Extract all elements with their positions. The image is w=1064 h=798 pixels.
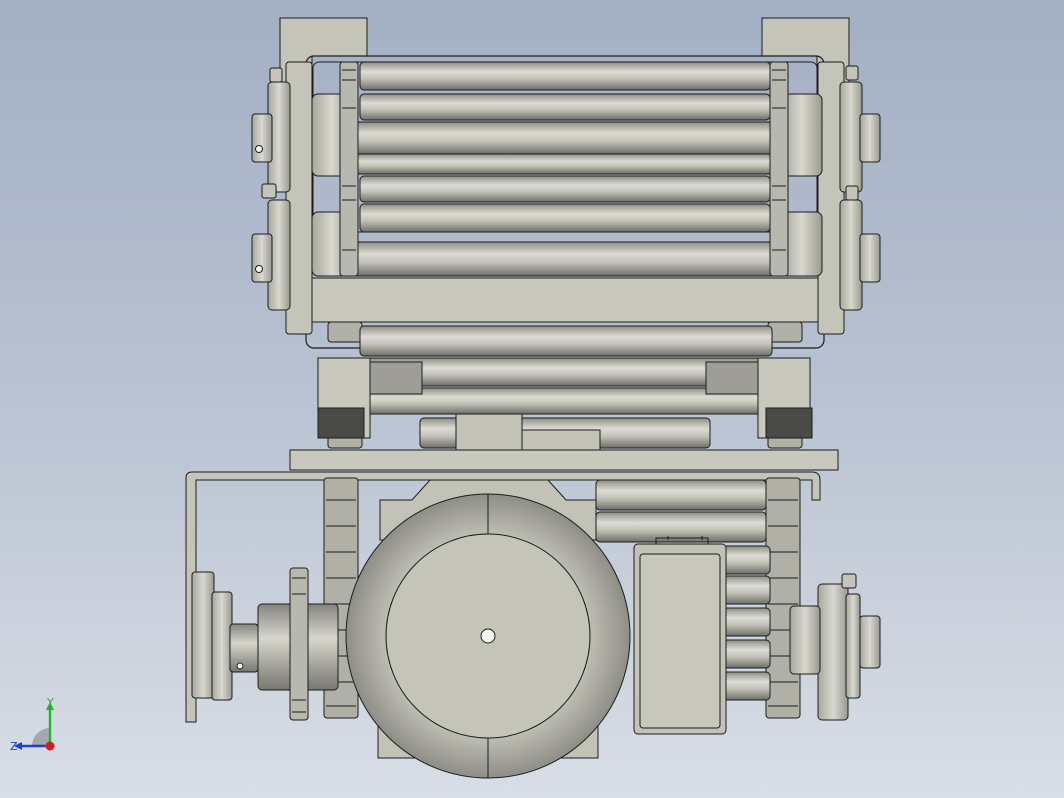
x-axis-dot [45,741,55,751]
left-drive-flange [191,567,339,721]
right-lower-boss [839,185,881,311]
graphics-viewport[interactable]: Y Z [0,0,1064,798]
cad-model[interactable] [0,0,1064,798]
cross-beam [311,277,819,323]
axis-triad: Y Z [10,696,55,753]
upper-roller-stack [349,61,781,277]
y-axis-label: Y [46,696,54,709]
terminal-box [633,536,727,735]
right-upper-sprockets [769,61,789,277]
z-axis-label: Z [10,740,18,753]
left-lower-boss [251,183,291,311]
left-upper-sprockets [339,61,359,277]
drive-motor [345,493,631,779]
base-plate [289,449,839,471]
left-upper-boss [251,67,291,193]
right-lower-chain [765,477,801,719]
right-upper-boss [839,65,881,193]
right-lower-boss-motor-side [789,573,881,721]
